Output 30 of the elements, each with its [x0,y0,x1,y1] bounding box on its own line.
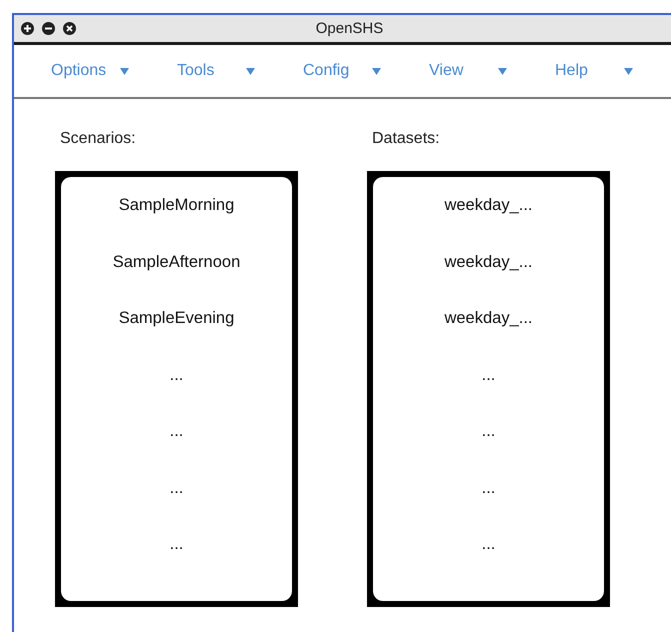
caret-icon [372,68,381,74]
list-item[interactable]: SampleMorning [118,177,234,234]
menu-item[interactable]: Config [303,62,429,80]
list-item[interactable]: weekday_... [444,177,533,234]
caret-icon [624,68,633,74]
list-item[interactable]: weekday_... [444,234,533,290]
list-item[interactable]: ... [170,460,184,516]
list-item[interactable]: ... [482,460,496,516]
caret-icon [246,68,255,74]
menu-item[interactable]: Help [555,62,671,80]
list-item[interactable]: ... [482,403,496,460]
list-item[interactable]: ... [170,403,184,460]
list-label: Scenarios: [60,129,137,149]
list-item[interactable]: SampleEvening [118,290,234,346]
list-item[interactable]: ... [170,516,184,572]
close-icon[interactable] [63,22,76,35]
caret-icon [120,68,129,74]
menu-item[interactable]: Options [51,62,177,80]
list-label: Datasets: [372,129,441,149]
list-item[interactable]: weekday_... [444,290,533,346]
list-item[interactable]: SampleAfternoon [112,234,240,290]
menu-item[interactable]: View [429,62,555,80]
plus-icon[interactable] [21,22,34,35]
minus-icon[interactable] [42,22,55,35]
list-item[interactable]: ... [482,516,496,572]
list-item[interactable]: ... [482,346,496,403]
caret-icon [498,68,507,74]
list-item[interactable]: ... [170,346,184,403]
menu-item[interactable]: Tools [177,62,303,80]
window-title: OpenSHS [316,20,384,37]
